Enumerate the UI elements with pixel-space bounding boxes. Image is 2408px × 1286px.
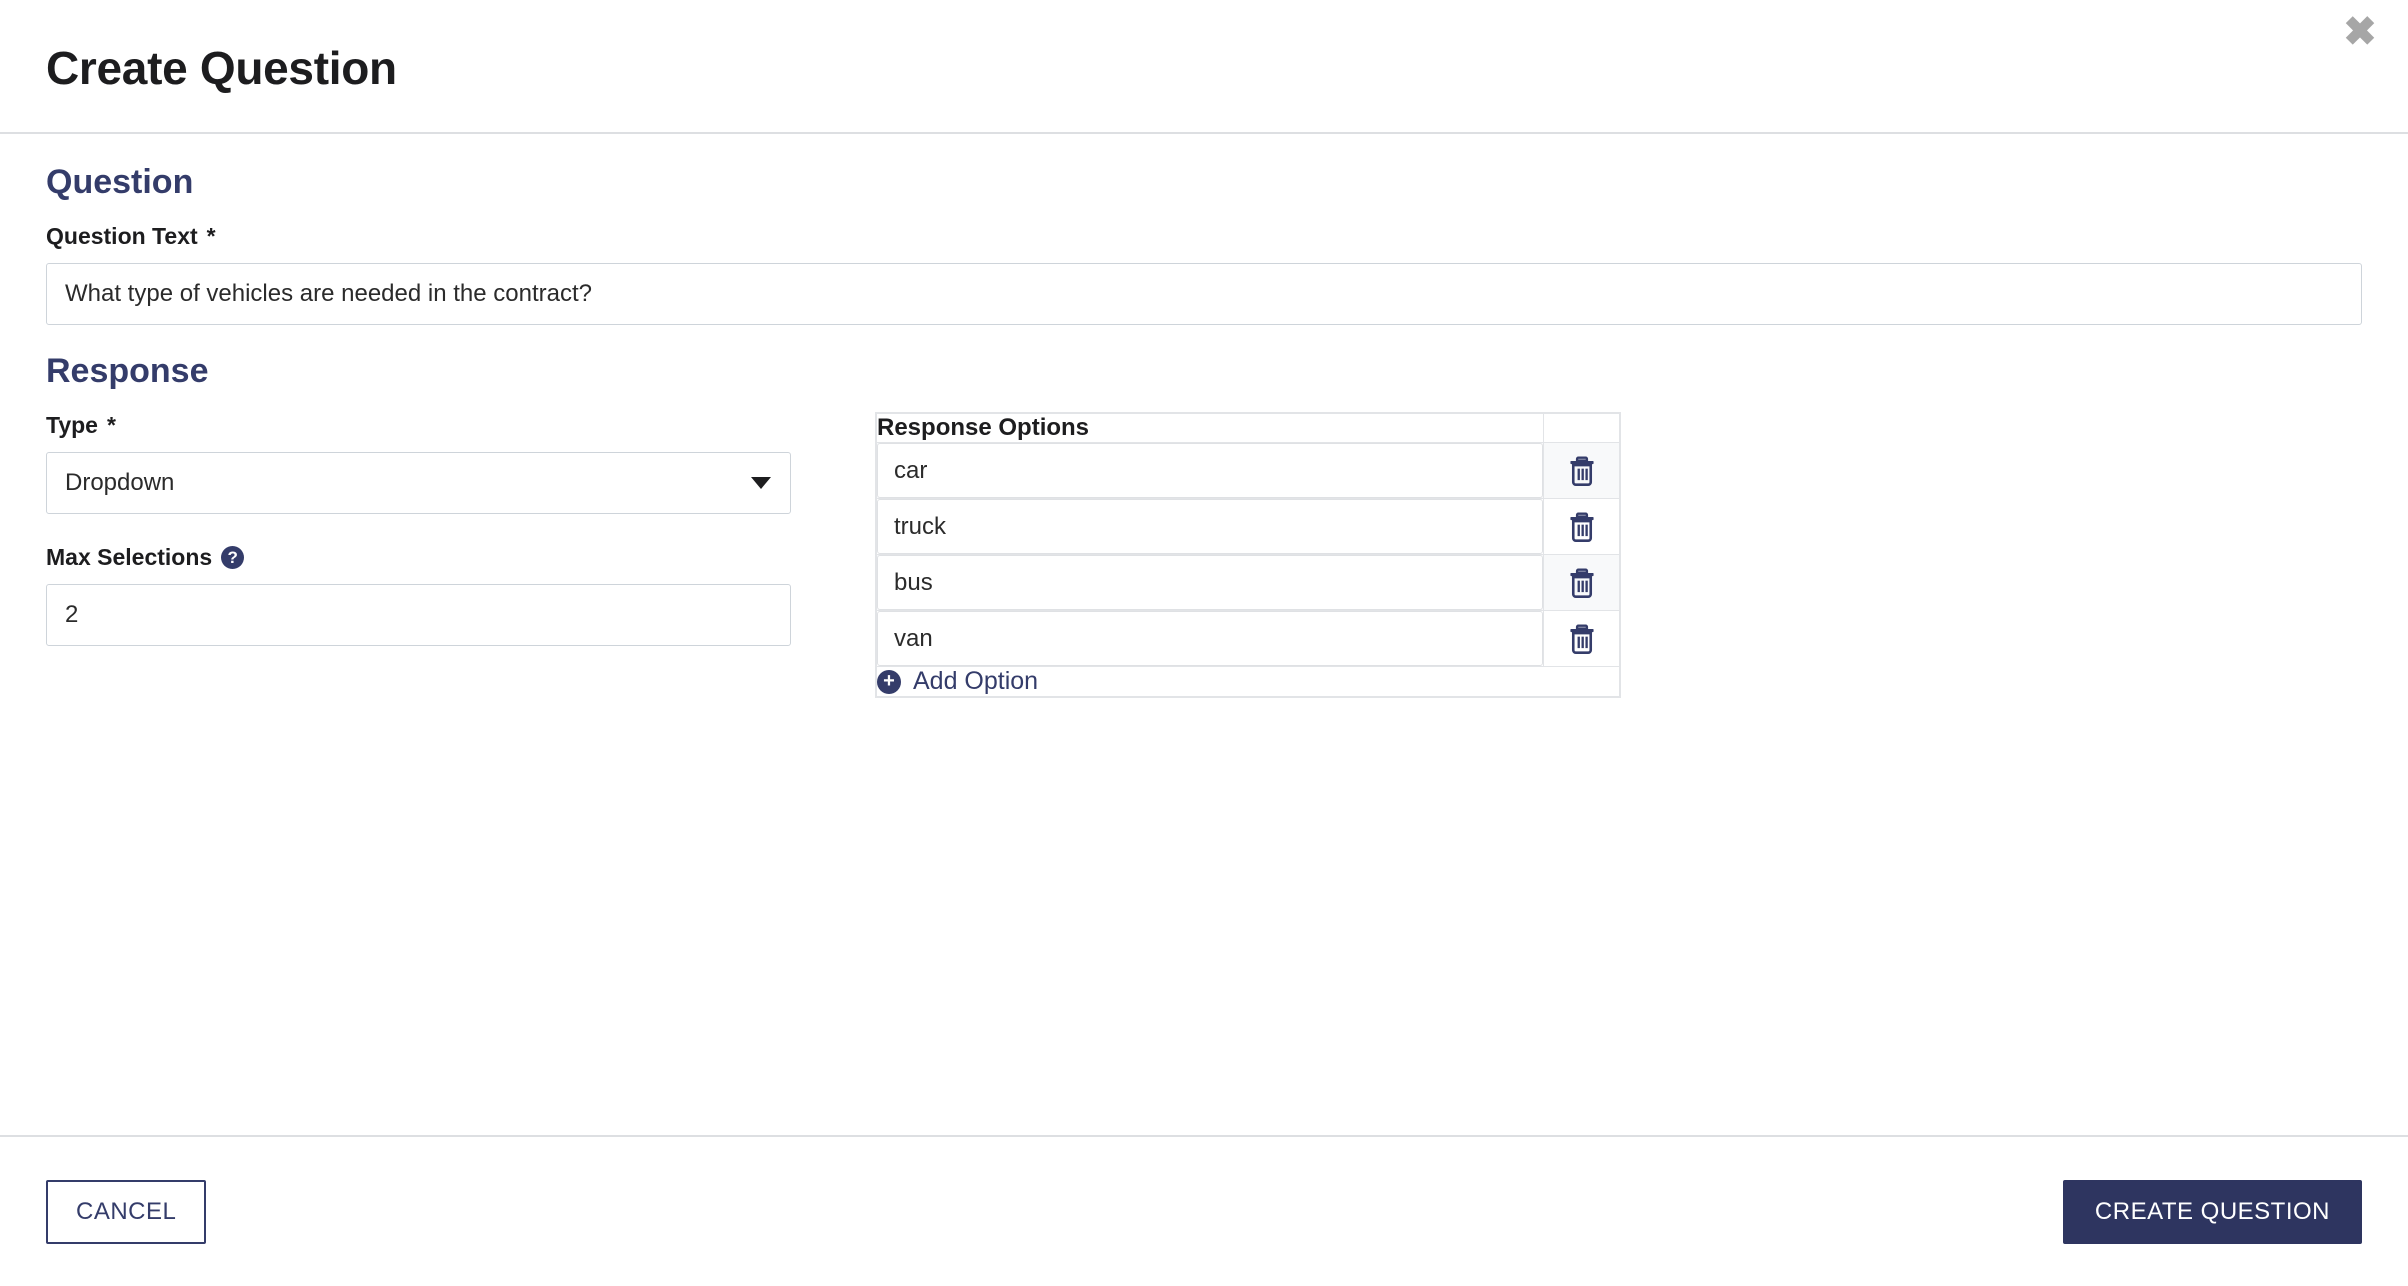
options-table-body [876, 442, 1620, 668]
max-selections-label: Max Selections ? [46, 544, 791, 572]
table-row [876, 498, 1620, 556]
table-row [876, 610, 1620, 668]
add-option-cell: + Add Option [876, 666, 1620, 698]
close-icon[interactable]: ✖ [2334, 6, 2386, 58]
response-options-table: Response Options + Add Option [875, 412, 1621, 699]
trash-icon[interactable] [1561, 505, 1603, 549]
trash-icon[interactable] [1561, 449, 1603, 493]
question-text-input[interactable] [46, 262, 2362, 325]
option-input[interactable] [877, 611, 1543, 667]
response-left-column: Type * Dropdown Max Selections ? [46, 412, 791, 646]
question-text-label: Question Text * [46, 223, 2362, 251]
option-actions-cell [1543, 442, 1620, 500]
table-row [876, 554, 1620, 612]
option-actions-cell [1543, 498, 1620, 556]
option-actions-cell [1543, 554, 1620, 612]
type-select-value: Dropdown [65, 468, 175, 496]
option-input[interactable] [877, 443, 1543, 499]
options-table-header-row: Response Options [876, 413, 1620, 444]
trash-icon[interactable] [1561, 617, 1603, 661]
page-title: Create Question [46, 42, 397, 94]
type-select-wrapper: Dropdown [46, 451, 791, 514]
modal-footer: CANCEL CREATE QUESTION [0, 1135, 2408, 1286]
type-label: Type * [46, 412, 791, 440]
add-option-label: Add Option [913, 667, 1039, 696]
create-question-button[interactable]: CREATE QUESTION [2062, 1179, 2362, 1244]
actions-column-header [1543, 413, 1620, 444]
add-option-button[interactable]: + Add Option [877, 667, 1038, 696]
trash-icon[interactable] [1561, 561, 1603, 605]
max-selections-label-text: Max Selections [46, 543, 213, 570]
options-table-foot: + Add Option [876, 666, 1620, 698]
type-label-text: Type [46, 412, 98, 439]
cancel-button[interactable]: CANCEL [46, 1179, 207, 1244]
type-required-marker: * [106, 412, 116, 439]
option-input[interactable] [877, 499, 1543, 555]
modal-body: Question Question Text * Response Type *… [0, 134, 2408, 1135]
add-option-row: + Add Option [876, 666, 1620, 698]
question-section-heading: Question [46, 163, 194, 201]
type-select[interactable]: Dropdown [46, 451, 791, 514]
max-selections-block: Max Selections ? [46, 544, 791, 646]
max-selections-input[interactable] [46, 583, 791, 646]
plus-circle-icon: + [877, 669, 901, 694]
option-input[interactable] [877, 555, 1543, 611]
response-columns: Type * Dropdown Max Selections ? 2 Respo… [46, 412, 2362, 699]
option-value-cell [876, 442, 1544, 500]
response-section-heading: Response [46, 351, 209, 390]
options-table-head: Response Options [876, 413, 1620, 444]
option-value-cell [876, 554, 1544, 612]
question-text-label-text: Question Text [46, 223, 198, 250]
option-actions-cell [1543, 610, 1620, 668]
option-value-cell [876, 498, 1544, 556]
table-row [876, 442, 1620, 500]
response-options-column-header: Response Options [876, 413, 1544, 444]
option-value-cell [876, 610, 1544, 668]
required-marker: * [206, 223, 216, 250]
modal-header: Create Question ✖ [0, 0, 2408, 134]
help-icon[interactable]: ? [221, 546, 245, 570]
